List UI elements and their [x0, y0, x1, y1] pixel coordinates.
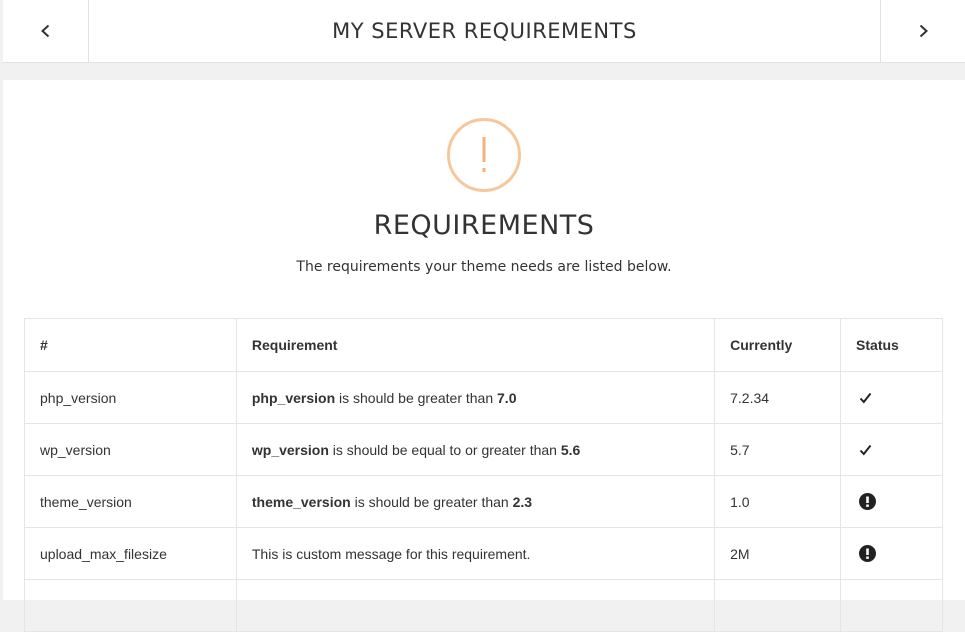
exclamation-mark [482, 137, 486, 172]
exclamation-circle-icon [859, 493, 877, 510]
requirement-value: 5.6 [560, 441, 581, 458]
requirement-name: wp_version [24, 423, 237, 476]
section-subheading: The requirements your theme needs are li… [296, 259, 672, 275]
empty-cell [840, 579, 943, 632]
requirement-text: is should be equal to or greater than [328, 441, 561, 458]
check-icon [859, 392, 872, 404]
requirement-name: theme_version [24, 475, 237, 528]
current-value: 1.0 [714, 475, 842, 528]
table-row: php_version php_version is should be gre… [24, 371, 943, 424]
requirement-description: theme_version is should be greater than … [235, 475, 716, 528]
column-header-currently: Currently [714, 318, 842, 372]
requirement-name: php_version [24, 371, 237, 424]
requirement-value: 7.0 [497, 389, 517, 406]
requirement-text: is should be greater than [350, 493, 513, 510]
requirement-key: wp_version [251, 441, 329, 458]
status-cell [840, 475, 943, 528]
requirement-description: wp_version is should be equal to or grea… [235, 423, 716, 476]
exclamation-circle-icon [859, 545, 877, 562]
table-row: theme_version theme_version is should be… [24, 475, 943, 528]
requirement-text: is should be greater than [335, 389, 498, 406]
empty-cell [235, 579, 716, 632]
check-icon [859, 444, 872, 456]
table-row [24, 579, 943, 632]
top-bar: MY SERVER REQUIREMENTS [3, 0, 965, 63]
requirement-key: theme_version [251, 493, 351, 510]
current-value: 7.2.34 [714, 371, 842, 424]
column-header-number: # [24, 318, 237, 372]
table-row: wp_version wp_version is should be equal… [24, 423, 943, 476]
requirement-key: php_version [251, 389, 336, 406]
status-cell [840, 371, 943, 424]
requirement-value: 2.3 [512, 493, 533, 510]
chevron-right-icon [919, 24, 928, 38]
empty-cell [714, 579, 842, 632]
prev-button[interactable] [3, 0, 89, 62]
empty-cell [24, 579, 237, 632]
requirement-description: php_version is should be greater than 7.… [235, 371, 716, 424]
table-row: upload_max_filesize This is custom messa… [24, 527, 943, 580]
requirement-name: upload_max_filesize [24, 527, 237, 580]
requirement-description: This is custom message for this requirem… [235, 527, 716, 580]
column-header-requirement: Requirement [235, 318, 716, 372]
status-cell [840, 527, 943, 580]
current-value: 2M [714, 527, 842, 580]
chevron-left-icon [40, 24, 49, 38]
table-header-row: # Requirement Currently Status [24, 318, 943, 372]
requirements-panel: REQUIREMENTS The requirements your theme… [3, 80, 965, 632]
section-heading: REQUIREMENTS [373, 210, 595, 241]
column-header-status: Status [840, 318, 943, 372]
page-title: MY SERVER REQUIREMENTS [332, 19, 637, 43]
next-button[interactable] [880, 0, 965, 62]
status-cell [840, 423, 943, 476]
current-value: 5.7 [714, 423, 842, 476]
requirements-table: # Requirement Currently Status php_versi… [24, 318, 943, 632]
exclamation-circle-icon [447, 118, 521, 192]
